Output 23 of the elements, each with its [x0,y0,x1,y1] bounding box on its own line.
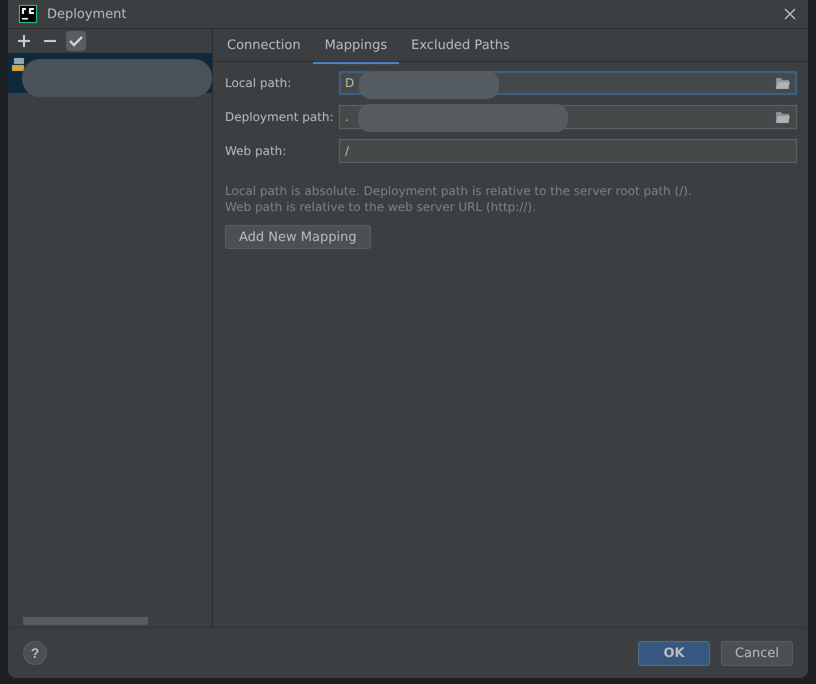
field-label: Web path: [225,144,288,158]
folder-icon[interactable] [775,110,791,124]
path-field[interactable]: / [339,139,797,163]
tab[interactable]: Connection [215,29,313,64]
path-field[interactable]: . [339,105,797,129]
add-mapping-button[interactable]: Add New Mapping [225,225,371,249]
hint-text: Local path is absolute. Deployment path is relative to the server root path (/). [225,183,693,199]
check-icon [69,35,83,47]
app-logo-icon [19,5,37,23]
hint-text: Web path is relative to the web server URL (http://). [225,199,537,215]
folder-icon[interactable] [775,76,791,90]
scrollbar[interactable] [23,617,148,625]
ok-button[interactable]: OK [638,640,710,666]
close-icon[interactable] [784,8,796,20]
field-label: Local path: [225,76,292,90]
check-button[interactable] [66,31,86,51]
server-icon [12,57,26,73]
cancel-button[interactable]: Cancel [721,640,793,666]
window-title: Deployment [47,6,127,22]
tab[interactable]: Excluded Paths [399,29,522,64]
field-label: Deployment path: [225,110,335,124]
add-icon [18,35,30,47]
help-button[interactable]: ? [23,641,47,665]
